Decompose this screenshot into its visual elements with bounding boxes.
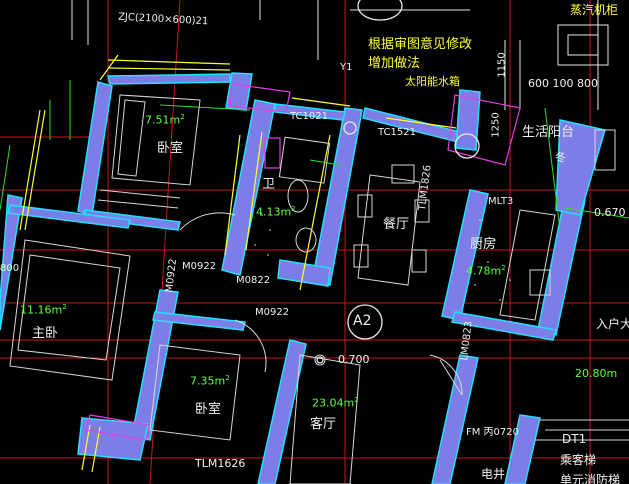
bathroom-area: 4.13m2 [256, 205, 296, 219]
top-right-fixture-label: 蒸汽机柜 [570, 3, 619, 17]
living-area: 23.04m2 [312, 396, 359, 410]
tag-m0822: M0822 [236, 275, 271, 286]
tag-tc1021: TC1021 [290, 111, 328, 122]
tag-mlt3: MLT3 [488, 196, 514, 207]
washbasin [295, 227, 317, 253]
bedroom-top-name: 卧室 [157, 141, 184, 156]
balcony-name: 生活阳台 [522, 125, 575, 140]
elevation-label: 0.700 [338, 353, 370, 366]
bedroom-bottom-area: 7.35m2 [190, 374, 230, 388]
wall-bedroom-left [77, 81, 113, 216]
wall-bedroom2-right [257, 339, 307, 484]
entry-name: 入户大堂 [596, 317, 629, 331]
master-name: 主卧 [32, 326, 59, 341]
dims-row: 600 100 800 [528, 77, 598, 90]
revision-note-2: 增加做法 [368, 56, 421, 71]
cad-floor-plan-canvas: ZJC(2100×600)21 根据审图意见修改 增加做法 Y1 太阳能水箱 蒸… [0, 0, 629, 484]
door-swing-1 [179, 212, 236, 231]
living-name: 客厅 [310, 417, 337, 432]
elevator-code: DT1 [562, 432, 587, 446]
floor-plan-drawing [0, 0, 629, 484]
tag-tlm1626: TLM1626 [195, 457, 246, 470]
dining-name: 餐厅 [383, 217, 410, 232]
unit-label: A2 [353, 313, 372, 329]
left-dim: 800 [0, 263, 20, 274]
master-area: 11.16m2 [20, 303, 67, 317]
shaft-label: 电井 [481, 467, 506, 481]
elevator-sub: 单元消防梯 [560, 473, 621, 484]
kitchen-name: 厨房 [470, 237, 497, 252]
tag-m0922-a: M0922 [182, 261, 217, 272]
elevation-right: 0.670 [594, 206, 626, 219]
tag-m0922-b: M0922 [255, 307, 290, 318]
bathroom-name: 卫 [262, 177, 276, 192]
bed-top [111, 94, 201, 186]
dim-vertical-1: 1250 [490, 112, 502, 138]
kitchen-area: 4.78m2 [466, 264, 506, 278]
bedroom-top-area: 7.51m2 [145, 113, 185, 127]
bed-headboard [117, 99, 146, 177]
elevator-name: 乘客梯 [560, 453, 597, 467]
balcony-extra: 冬 [555, 151, 566, 164]
entry-area: 20.80m [575, 367, 618, 380]
chair-5 [411, 249, 427, 273]
bedroom-bottom-name: 卧室 [195, 402, 222, 417]
wall-living-right [431, 354, 479, 484]
revision-note-1: 根据审图意见修改 [368, 37, 473, 52]
solar-tank-label: 太阳能水箱 [405, 75, 460, 88]
wall-kitchen-left [441, 189, 489, 321]
wall-bedroom-top [107, 73, 231, 85]
tag-tc1521: TC1521 [378, 127, 416, 138]
axis-lines [0, 0, 629, 484]
y1-label: Y1 [340, 62, 353, 73]
dim-vertical-2: 1150 [496, 52, 508, 78]
tag-fm: FM 丙0720 [466, 427, 520, 438]
